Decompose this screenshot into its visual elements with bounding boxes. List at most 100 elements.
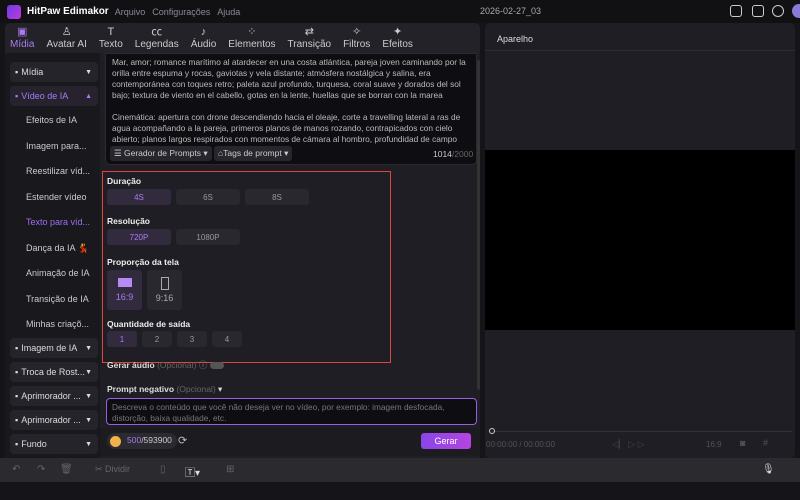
tab-mídia[interactable]: ▣ Mídia bbox=[10, 26, 34, 53]
chevron-down-icon: ▼ bbox=[85, 344, 92, 352]
tab-label: Áudio bbox=[190, 39, 217, 50]
sidebar-group[interactable]: ▪ Aprimorador ... ▼ bbox=[10, 410, 98, 430]
audio-optional: (Opcional) bbox=[157, 360, 197, 370]
delete-icon[interactable]: 🗑 bbox=[60, 464, 73, 475]
quantity-options: 1234 bbox=[107, 331, 242, 347]
marker-icon[interactable]: ▯ bbox=[160, 464, 166, 475]
sidebar-group[interactable]: ▪ Aprimorador ... ▼ bbox=[10, 386, 98, 406]
generate-button[interactable]: Gerar bbox=[421, 433, 471, 449]
resolution-option[interactable]: 720P bbox=[107, 229, 171, 245]
microphone-icon[interactable]: 🎙 bbox=[762, 464, 775, 475]
scrollbar[interactable] bbox=[477, 60, 480, 390]
project-name: 2026-02-27_03 bbox=[480, 6, 542, 16]
duration-option[interactable]: 8S bbox=[245, 189, 309, 205]
sidebar-group[interactable]: ▪ Vídeo de IA ▲ bbox=[10, 86, 98, 106]
resolution-label: Resolução bbox=[107, 216, 150, 226]
chevron-down-icon: ▾ bbox=[218, 384, 223, 394]
tab-avatar-ai[interactable]: ♙ Avatar AI bbox=[46, 26, 86, 53]
tab-icon: ✦ bbox=[392, 26, 403, 38]
sidebar-item[interactable]: Animação de IA bbox=[26, 268, 90, 278]
audio-row: Gerar áudio (Opcional) ⓘ bbox=[107, 359, 224, 371]
folder-icon: ▪ bbox=[15, 343, 19, 353]
menu-configuracoes[interactable]: Configurações bbox=[152, 7, 210, 17]
sidebar-group[interactable]: ▪ Mídia ▼ bbox=[10, 62, 98, 82]
folder-icon: ▪ bbox=[15, 391, 19, 401]
sidebar-item[interactable]: Imagem para... bbox=[26, 141, 87, 151]
sidebar-item[interactable]: Texto para víd... bbox=[26, 217, 90, 227]
undo-icon[interactable]: ↶ bbox=[12, 464, 20, 475]
chevron-down-icon: ▼ bbox=[85, 416, 92, 424]
tab-filtros[interactable]: ✧ Filtros bbox=[343, 26, 370, 53]
folder-icon: ▪ bbox=[15, 91, 19, 101]
progress-track[interactable] bbox=[492, 431, 792, 432]
playback-controls[interactable]: ◁▏ ▷ ▷ bbox=[612, 439, 645, 450]
quantity-option[interactable]: 4 bbox=[212, 331, 242, 347]
tab-elementos[interactable]: ⁘ Elementos bbox=[228, 26, 275, 53]
ratio-label: Proporção da tela bbox=[107, 257, 179, 267]
ratio-9-16[interactable]: 9:16 bbox=[147, 270, 182, 310]
avatar[interactable] bbox=[792, 4, 800, 18]
portrait-icon bbox=[160, 277, 169, 290]
menu-arquivo[interactable]: Arquivo bbox=[115, 7, 146, 17]
negative-prompt-input[interactable]: Descreva o conteúdo que você não deseja … bbox=[106, 398, 477, 425]
aspect-ratio-select[interactable]: 16:9 bbox=[706, 440, 722, 449]
duration-label: Duração bbox=[107, 176, 142, 186]
refresh-icon[interactable]: ⟳ bbox=[178, 434, 187, 447]
negative-prompt-header[interactable]: Prompt negativo (Opcional) ▾ bbox=[107, 384, 222, 395]
sidebar-group-label: Aprimorador ... bbox=[21, 415, 81, 425]
menu-ajuda[interactable]: Ajuda bbox=[217, 7, 240, 17]
sidebar-item[interactable]: Dança da IA 💃 bbox=[26, 243, 89, 254]
sidebar-item[interactable]: Estender vídeo bbox=[26, 192, 87, 202]
tab-áudio[interactable]: ♪ Áudio bbox=[191, 26, 217, 53]
ratio-16-9[interactable]: 16:9 bbox=[107, 270, 142, 310]
sidebar-group-label: Vídeo de IA bbox=[21, 91, 69, 101]
tab-icon: ▣ bbox=[17, 26, 28, 38]
sidebar-group[interactable]: ▪ Troca de Rost... ▼ bbox=[10, 362, 98, 382]
sidebar-item[interactable]: Efeitos de IA bbox=[26, 115, 77, 125]
tab-label: Legendas bbox=[134, 39, 179, 50]
audio-label: Gerar áudio bbox=[107, 360, 155, 370]
sidebar-item[interactable]: Transição de IA bbox=[26, 294, 89, 304]
resolution-option[interactable]: 1080P bbox=[176, 229, 240, 245]
char-count: 1014/2000 bbox=[433, 149, 474, 159]
sidebar-group-label: Imagem de IA bbox=[21, 343, 78, 353]
quantity-option[interactable]: 3 bbox=[177, 331, 207, 347]
ratio-options: 16:9 9:16 bbox=[107, 270, 182, 310]
quantity-option[interactable]: 2 bbox=[142, 331, 172, 347]
sidebar-group-label: Mídia bbox=[21, 67, 44, 77]
tab-label: Mídia bbox=[10, 39, 35, 50]
chevron-up-icon: ▲ bbox=[85, 92, 92, 100]
grid-icon[interactable]: # bbox=[763, 438, 768, 448]
text-tool-icon[interactable]: 🅃▾ bbox=[185, 464, 200, 479]
folder-icon: ▪ bbox=[15, 439, 19, 449]
sidebar-group[interactable]: ▪ Imagem de IA ▼ bbox=[10, 338, 98, 358]
tab-transição[interactable]: ⇄ Transição bbox=[288, 26, 332, 53]
playhead-handle[interactable] bbox=[489, 428, 495, 434]
prompt-tags-button[interactable]: ⌂Tags de prompt ▾ bbox=[214, 146, 293, 161]
feedback-icon[interactable] bbox=[752, 5, 764, 17]
layout-icon[interactable] bbox=[730, 5, 742, 17]
audio-toggle[interactable] bbox=[209, 362, 224, 370]
split-button[interactable]: ✂ Dividir bbox=[95, 464, 130, 475]
duration-option[interactable]: 4S bbox=[107, 189, 171, 205]
sidebar-item[interactable]: Reestilizar víd... bbox=[26, 166, 90, 176]
tab-icon: ⁘ bbox=[247, 26, 257, 38]
tab-icon: ♙ bbox=[61, 26, 72, 38]
tab-legendas[interactable]: ㏄ Legendas bbox=[135, 26, 179, 53]
title-bar: HitPaw Edimakor Arquivo Configurações Aj… bbox=[0, 0, 800, 23]
app-logo bbox=[7, 4, 21, 19]
tab-texto[interactable]: T Texto bbox=[99, 26, 123, 53]
prompt-generator-button[interactable]: ☰ Gerador de Prompts ▾ bbox=[110, 146, 212, 161]
redo-icon[interactable]: ↷ bbox=[37, 464, 45, 475]
sidebar-item[interactable]: Minhas criaçõ... bbox=[26, 319, 89, 329]
negative-label: Prompt negativo bbox=[107, 384, 175, 394]
sidebar-group[interactable]: ▪ Fundo ▼ bbox=[10, 434, 98, 454]
duration-option[interactable]: 6S bbox=[176, 189, 240, 205]
quantity-label: Quantidade de saída bbox=[107, 319, 191, 329]
download-icon[interactable] bbox=[772, 5, 784, 17]
add-frame-icon[interactable]: ⊞ bbox=[226, 464, 234, 475]
tab-efeitos[interactable]: ✦ Efeitos bbox=[382, 26, 413, 53]
snapshot-icon[interactable]: ◙ bbox=[740, 438, 745, 448]
quantity-option[interactable]: 1 bbox=[107, 331, 137, 347]
chevron-down-icon: ▼ bbox=[85, 368, 92, 376]
